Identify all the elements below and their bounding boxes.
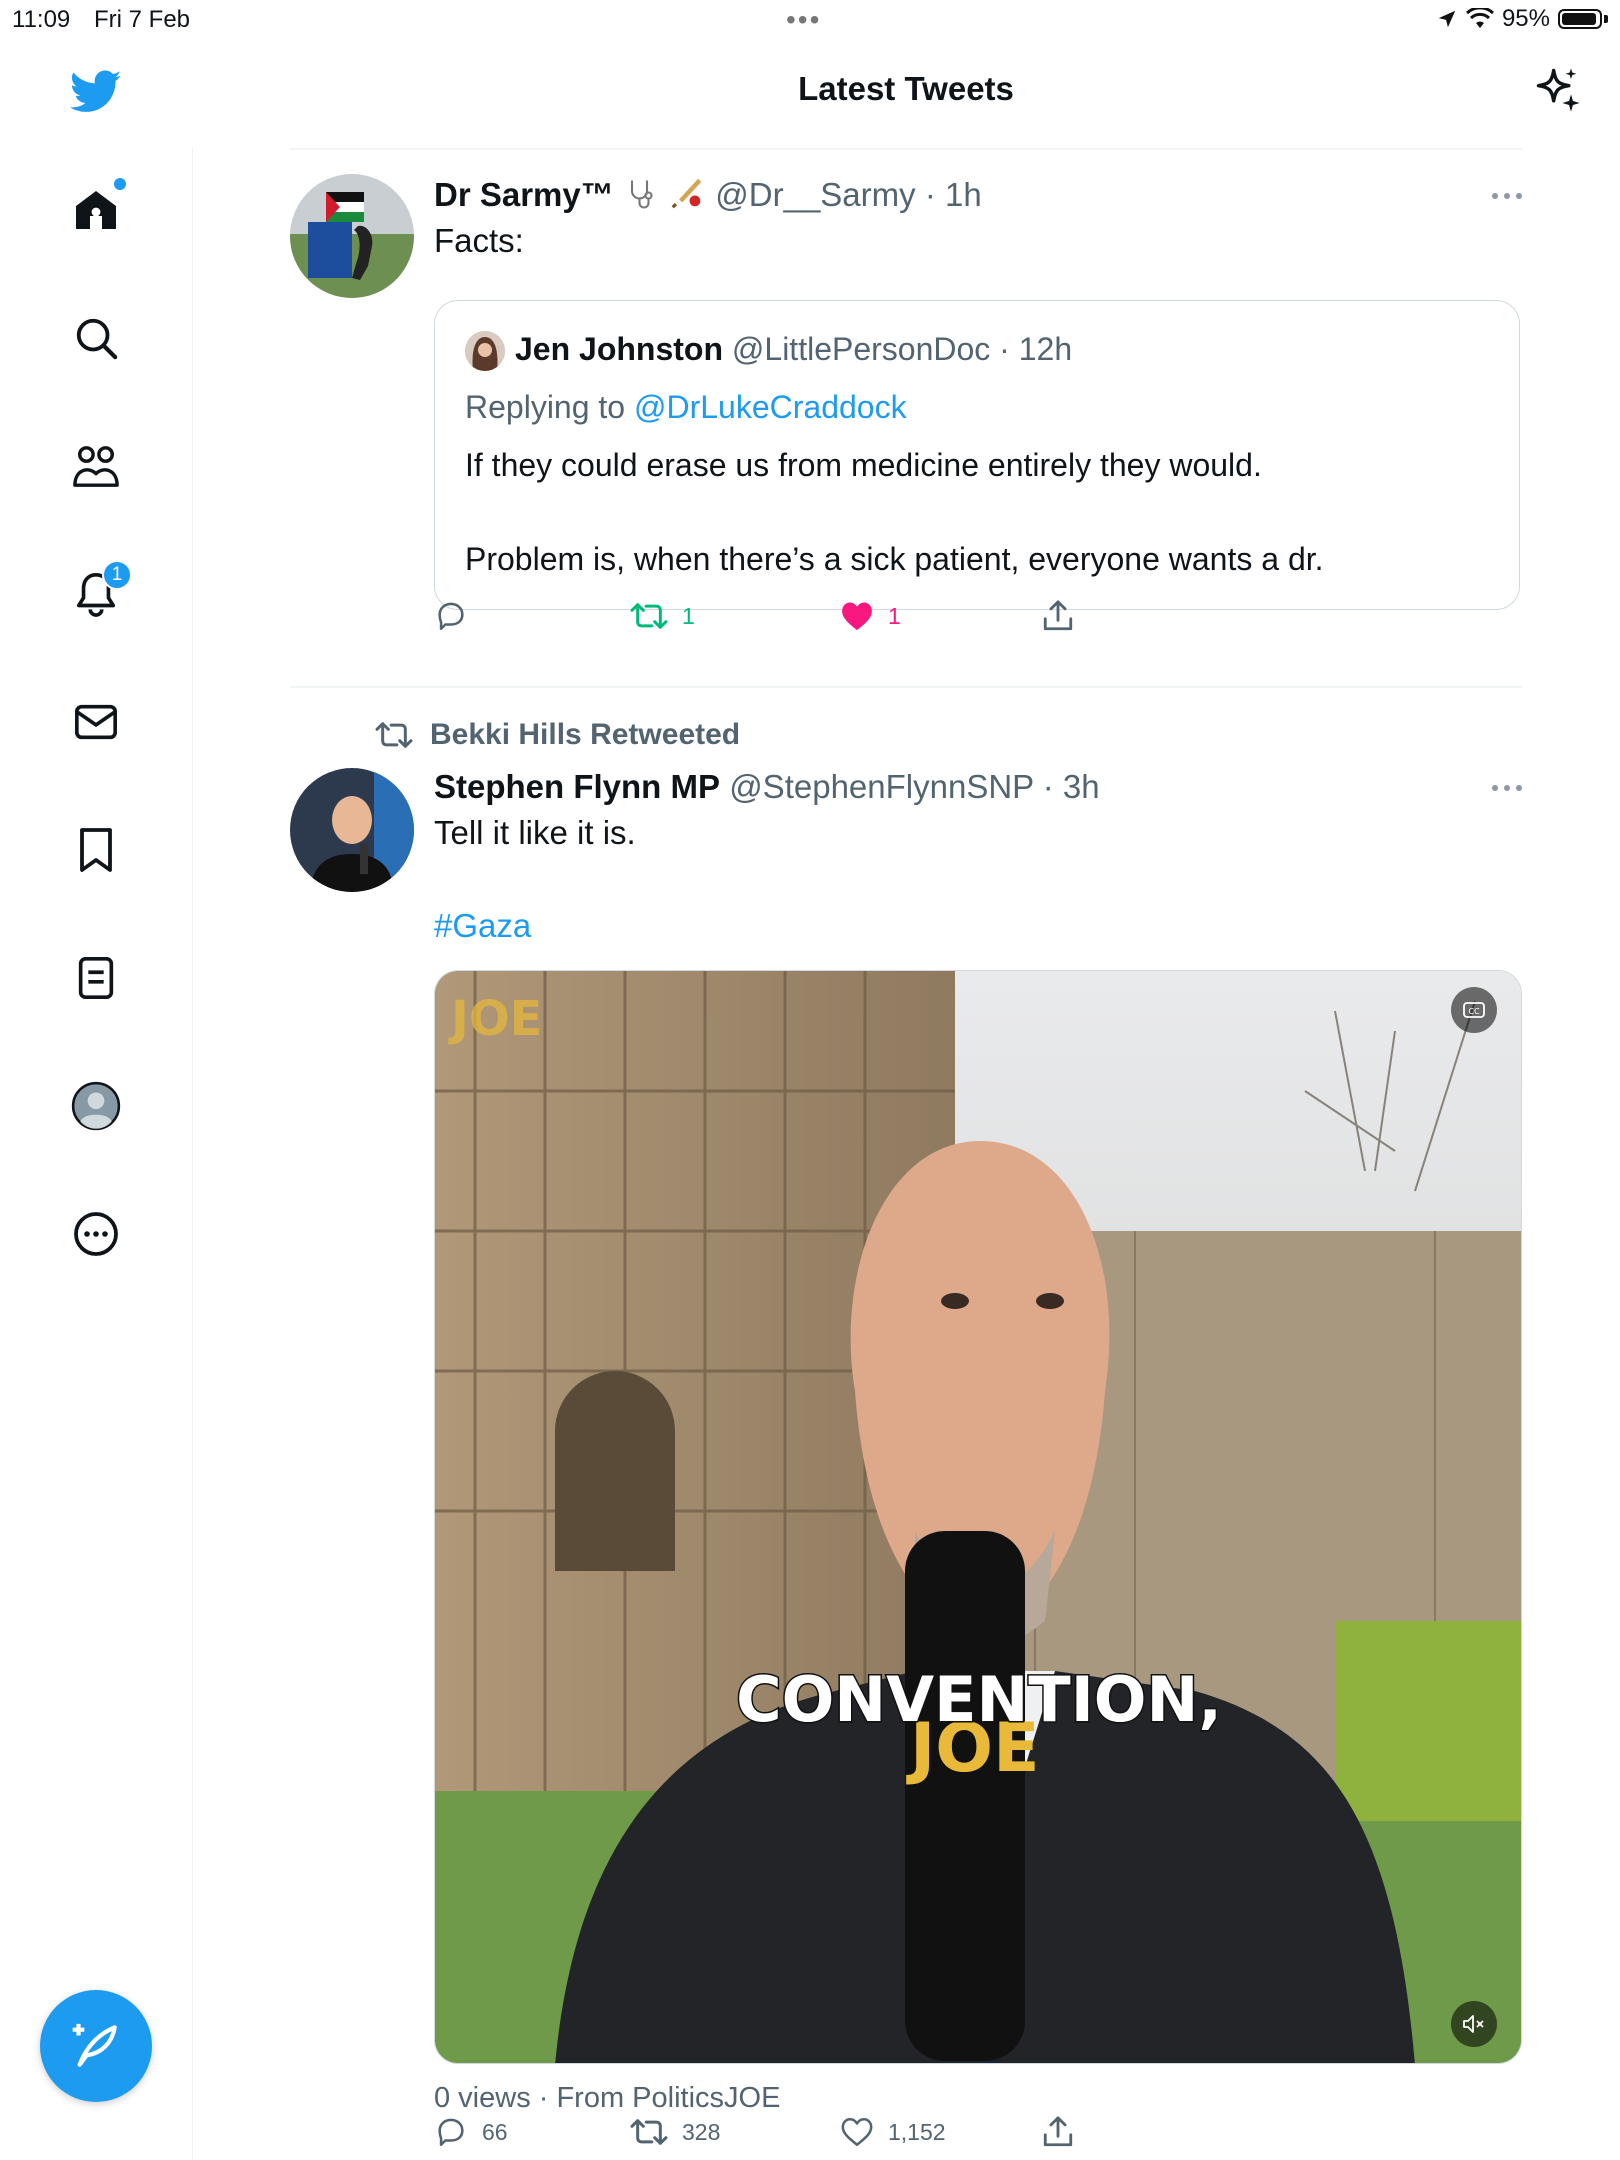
tweet-time[interactable]: · 1h bbox=[925, 176, 982, 213]
replying-to-link[interactable]: @DrLukeCraddock bbox=[634, 389, 907, 425]
quoted-tweet-header: Jen Johnston @LittlePersonDoc · 12h bbox=[515, 331, 1072, 368]
replying-to-line: Replying to @DrLukeCraddock bbox=[465, 389, 907, 426]
compose-feather-icon bbox=[72, 2023, 117, 2067]
cricket-emoji-icon bbox=[671, 178, 702, 209]
closed-captions-icon: CC bbox=[1463, 1002, 1485, 1018]
compose-tweet-button[interactable] bbox=[40, 1990, 152, 2102]
more-options-icon[interactable] bbox=[1492, 186, 1522, 206]
replying-to-label: Replying to bbox=[465, 389, 634, 425]
retweet-count: 328 bbox=[682, 2118, 721, 2145]
share-button[interactable] bbox=[1042, 599, 1074, 633]
svg-text:CC: CC bbox=[1468, 1007, 1480, 1016]
like-count: 1 bbox=[888, 602, 901, 629]
search-icon[interactable] bbox=[70, 312, 122, 364]
tweet-header: Stephen Flynn MP @StephenFlynnSNP · 3h bbox=[434, 766, 1522, 808]
more-options-circle-icon[interactable] bbox=[70, 1208, 122, 1260]
retweet-icon bbox=[630, 603, 668, 629]
heart-filled-icon bbox=[842, 602, 872, 631]
reply-icon bbox=[438, 602, 464, 631]
like-button[interactable]: 1,152 bbox=[840, 2116, 946, 2148]
user-handle[interactable]: @Dr__Sarmy bbox=[715, 176, 915, 213]
home-icon[interactable] bbox=[70, 178, 126, 236]
tweet-card[interactable]: Dr Sarmy™ @Dr__Sarmy · 1h Facts: Jen Joh… bbox=[290, 174, 1522, 674]
status-bar: 11:09 Fri 7 Feb ••• 95% bbox=[0, 0, 1620, 40]
tweet-header: Dr Sarmy™ @Dr__Sarmy · 1h bbox=[434, 174, 1522, 216]
wifi-icon bbox=[1465, 8, 1494, 28]
header-divider bbox=[290, 148, 1522, 150]
reply-button[interactable] bbox=[434, 599, 468, 633]
home-unread-dot bbox=[114, 178, 126, 190]
quoted-text-line-1: If they could erase us from medicine ent… bbox=[465, 447, 1262, 483]
user-handle[interactable]: @StephenFlynnSNP bbox=[729, 768, 1033, 805]
tweet-time[interactable]: · 3h bbox=[1043, 768, 1100, 805]
battery-tip bbox=[1604, 15, 1608, 23]
stethoscope-emoji-icon bbox=[630, 180, 653, 209]
video-frame: JOE JOE CONVENTION, bbox=[435, 971, 1521, 2063]
location-icon bbox=[1438, 10, 1456, 28]
more-options-icon[interactable] bbox=[1492, 778, 1522, 798]
share-button[interactable] bbox=[1042, 2115, 1074, 2149]
multitasking-dots-icon[interactable]: ••• bbox=[786, 4, 821, 36]
tweet-text: Facts: bbox=[434, 222, 524, 259]
retweet-button[interactable]: 1 bbox=[630, 599, 695, 633]
profile-avatar-icon[interactable] bbox=[70, 1080, 122, 1132]
page-title: Latest Tweets bbox=[798, 70, 1014, 107]
video-watermark-logo: JOE bbox=[448, 991, 542, 1047]
timeline-header: Latest Tweets bbox=[192, 40, 1620, 148]
status-indicators: 95% bbox=[1436, 5, 1608, 33]
hashtag-link[interactable]: #Gaza bbox=[434, 903, 1522, 949]
share-icon bbox=[1043, 2116, 1073, 2147]
quoted-handle: @LittlePersonDoc bbox=[731, 331, 991, 367]
retweet-icon bbox=[630, 2119, 668, 2145]
retweet-count: 1 bbox=[682, 602, 695, 629]
tweet-divider bbox=[290, 686, 1522, 688]
heart-outline-icon bbox=[841, 2117, 873, 2147]
reply-button[interactable]: 66 bbox=[434, 2115, 508, 2149]
retweeted-by-line: Bekki Hills Retweeted bbox=[374, 718, 740, 752]
like-count: 1,152 bbox=[888, 2118, 946, 2145]
lists-icon[interactable] bbox=[70, 952, 122, 1004]
reply-count: 66 bbox=[482, 2118, 508, 2145]
video-meta: 0 views · From PoliticsJOE bbox=[434, 2082, 781, 2114]
quoted-avatar[interactable] bbox=[465, 331, 505, 371]
quoted-text-line-2: Problem is, when there’s a sick patient,… bbox=[465, 541, 1324, 577]
status-date: Fri 7 Feb bbox=[94, 6, 191, 33]
sidebar-nav: 1 bbox=[0, 40, 193, 2160]
notifications-bell-icon[interactable]: 1 bbox=[70, 560, 132, 620]
video-caption: CONVENTION, bbox=[736, 1663, 1222, 1736]
status-time: 11:09 bbox=[12, 6, 71, 33]
video-player[interactable]: JOE JOE CONVENTION, CC bbox=[434, 970, 1522, 2064]
closed-captions-button[interactable]: CC bbox=[1451, 987, 1497, 1033]
avatar[interactable] bbox=[290, 174, 414, 298]
quoted-display-name: Jen Johnston bbox=[515, 331, 724, 367]
quoted-time: · 12h bbox=[999, 331, 1073, 367]
avatar[interactable] bbox=[290, 768, 414, 892]
share-icon bbox=[1043, 600, 1073, 631]
reply-icon bbox=[438, 2118, 464, 2147]
notification-count-badge: 1 bbox=[102, 560, 132, 590]
battery-icon bbox=[1558, 9, 1602, 29]
display-name[interactable]: Dr Sarmy™ bbox=[434, 176, 614, 213]
retweet-indicator-icon bbox=[375, 722, 413, 748]
sparkle-timeline-toggle-icon[interactable] bbox=[1532, 64, 1584, 116]
display-name[interactable]: Stephen Flynn MP bbox=[434, 768, 720, 805]
twitter-logo-icon[interactable] bbox=[70, 66, 122, 118]
like-button[interactable]: 1 bbox=[840, 600, 901, 632]
quoted-tweet[interactable]: Jen Johnston @LittlePersonDoc · 12h Repl… bbox=[434, 300, 1520, 610]
retweeted-by-text[interactable]: Bekki Hills Retweeted bbox=[430, 718, 740, 752]
mute-toggle-button[interactable] bbox=[1451, 2001, 1497, 2047]
tweet-card[interactable]: Bekki Hills Retweeted Stephen Flynn MP @… bbox=[290, 712, 1522, 2160]
bookmarks-icon[interactable] bbox=[70, 824, 122, 876]
tweet-text: Tell it like it is. bbox=[434, 814, 636, 851]
battery-percent: 95% bbox=[1501, 5, 1550, 32]
retweet-button[interactable]: 328 bbox=[630, 2115, 720, 2149]
battery-level bbox=[1562, 13, 1597, 25]
muted-speaker-icon bbox=[1463, 2015, 1484, 2033]
messages-envelope-icon[interactable] bbox=[70, 696, 122, 748]
communities-icon[interactable] bbox=[70, 440, 122, 492]
